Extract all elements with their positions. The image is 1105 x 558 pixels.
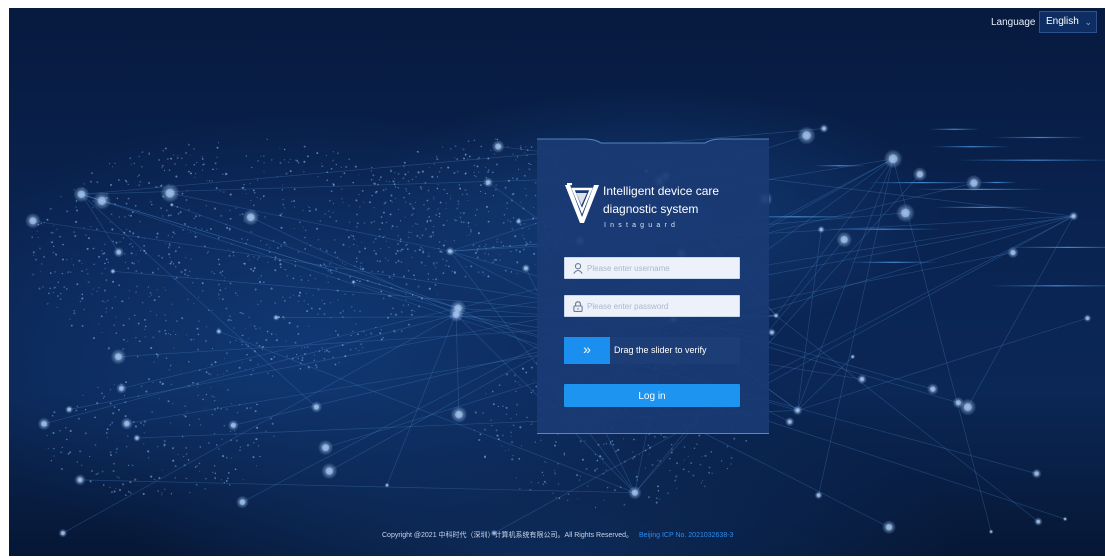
verify-slider-text: Drag the slider to verify: [614, 345, 707, 355]
double-chevron-right-icon: »: [583, 341, 591, 357]
verify-slider: Drag the slider to verify »: [564, 337, 740, 364]
lock-icon: [573, 301, 583, 312]
password-input[interactable]: [587, 296, 735, 316]
brand-subtitle: Instaguard: [604, 222, 680, 229]
user-icon: [573, 263, 583, 274]
brand-title-line-1: Intelligent device care: [603, 184, 720, 198]
language-select-value: English: [1046, 16, 1079, 27]
chevron-down-icon: ⌄: [1084, 17, 1092, 27]
icp-link[interactable]: Beijing ICP No. 2021032638-3: [639, 532, 733, 539]
language-select[interactable]: English ⌄: [1039, 11, 1097, 33]
username-input[interactable]: [587, 258, 735, 278]
login-page-background: Language English ⌄ Intelligent device ca…: [9, 8, 1105, 556]
copyright-text: Copyright @2021 中科时代（深圳）计算机系统有限公司。All Ri…: [382, 532, 633, 539]
login-card: Intelligent device care diagnostic syste…: [537, 138, 769, 434]
footer: Copyright @2021 中科时代（深圳）计算机系统有限公司。All Ri…: [382, 530, 733, 540]
password-field: [564, 295, 740, 317]
username-field: [564, 257, 740, 279]
brand-title-line-2: diagnostic system: [603, 202, 699, 216]
language-label: Language: [991, 17, 1036, 28]
verify-slider-handle[interactable]: »: [564, 337, 610, 364]
login-button[interactable]: Log in: [564, 384, 740, 407]
instaguard-logo: [565, 183, 599, 223]
